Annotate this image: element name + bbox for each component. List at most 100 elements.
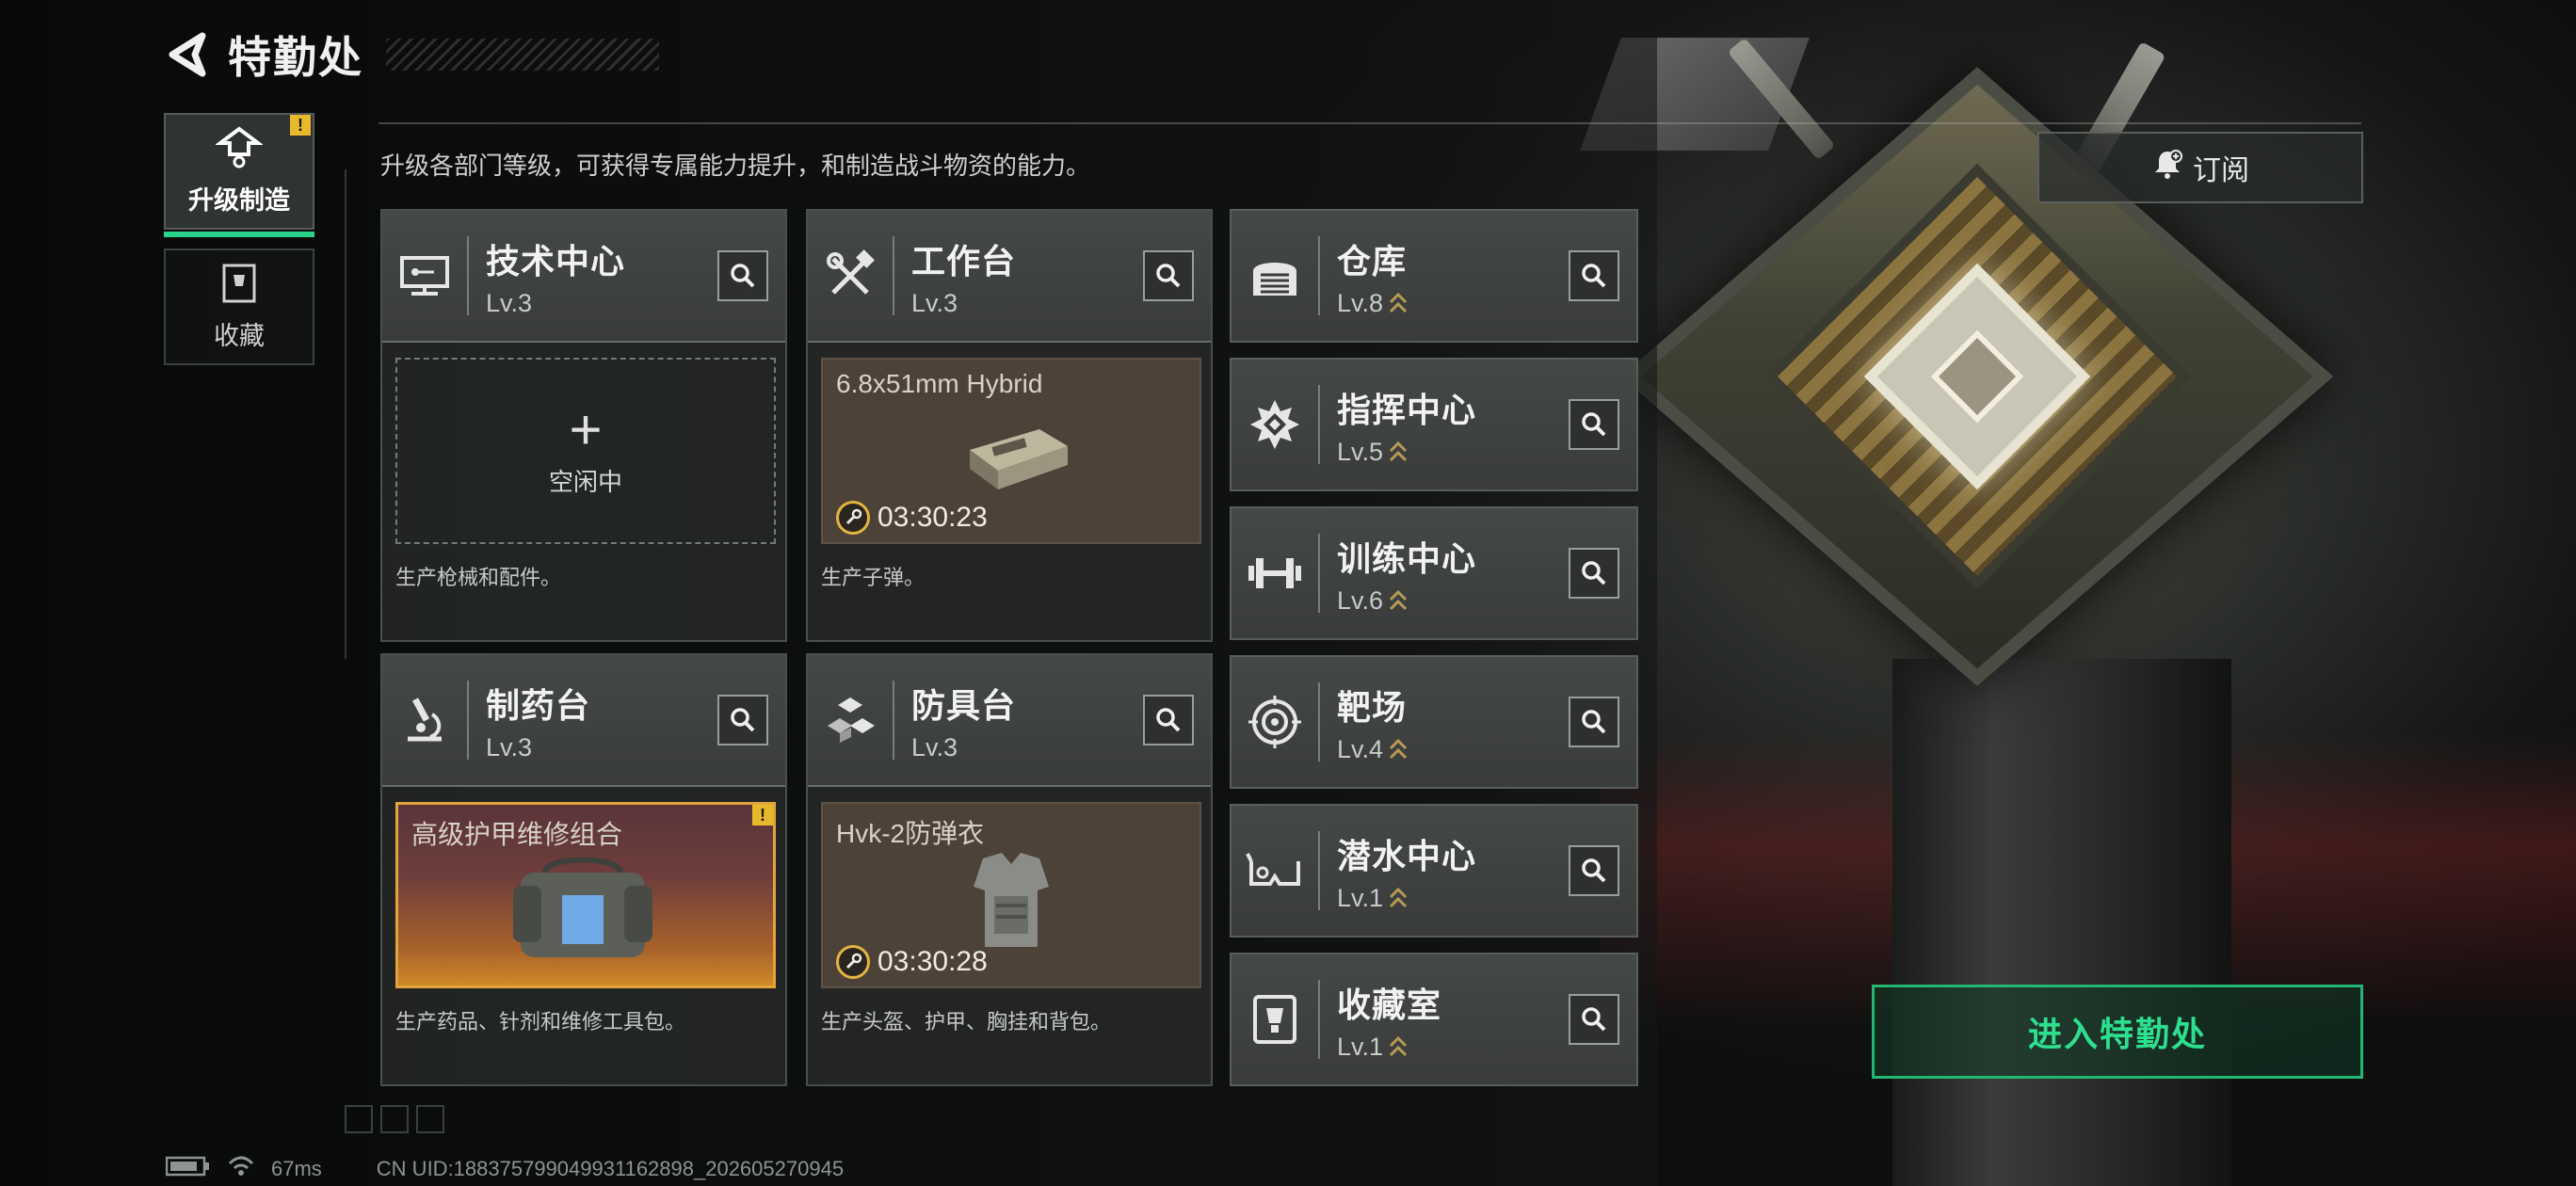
upgrade-available-icon [1389, 292, 1408, 313]
production-timer: 03:30:23 [836, 501, 988, 535]
magnifier-icon [1156, 708, 1181, 732]
station-description: 生产子弹。 [821, 566, 926, 589]
production-slot-active[interactable]: 6.8x51mm Hybrid 03:30:23 [821, 358, 1201, 544]
search-button[interactable] [1569, 399, 1619, 450]
station-card-armor: 防具台 Lv.3 Hvk-2防弹衣 03:30:28 生产头盔、护甲、胸挂和背包… [806, 653, 1213, 1086]
station-description: 生产药品、针剂和维修工具包。 [395, 1010, 686, 1034]
separator [467, 236, 469, 315]
upgrade-available-icon [1389, 738, 1408, 760]
station-name: 制药台 [486, 685, 591, 725]
station-level: Lv.3 [486, 288, 533, 317]
magnifier-icon [1582, 561, 1606, 585]
dumbbell-icon [1232, 506, 1318, 640]
station-level: Lv.5 [1337, 438, 1569, 467]
station-card-command[interactable]: 指挥中心 Lv.5 [1230, 358, 1638, 491]
station-header[interactable]: 工作台 Lv.3 [808, 211, 1211, 343]
back-arrow-icon[interactable] [162, 29, 213, 80]
header: 特勤处 [162, 26, 659, 83]
station-header[interactable]: 技术中心 Lv.3 [382, 211, 785, 343]
page-description: 升级各部门等级，可获得专属能力提升，和制造战斗物资的能力。 [380, 152, 1091, 180]
trophy-box-icon [1232, 953, 1318, 1086]
product-name: 6.8x51mm Hybrid [836, 369, 1043, 398]
product-name: Hvk-2防弹衣 [836, 819, 985, 848]
decorative-boxes [345, 1105, 444, 1133]
station-card-collection[interactable]: 收藏室 Lv.1 [1230, 953, 1638, 1086]
active-tab-indicator [164, 232, 314, 237]
separator [1318, 980, 1320, 1059]
station-name: 工作台 [911, 241, 1017, 280]
magnifier-icon [1582, 858, 1606, 883]
bg-pillar [1892, 659, 2231, 1186]
search-button[interactable] [1569, 994, 1619, 1045]
upgrade-available-icon [1389, 441, 1408, 462]
station-name: 指挥中心 [1337, 390, 1477, 429]
production-slot-empty[interactable]: + 空闲中 [395, 358, 776, 544]
separator [467, 681, 469, 760]
station-level: Lv.4 [1337, 735, 1569, 764]
station-card-warehouse[interactable]: 仓库 Lv.8 [1230, 209, 1638, 343]
station-card-diving[interactable]: 潜水中心 Lv.1 [1230, 804, 1638, 938]
subscribe-button[interactable]: 订阅 [2037, 132, 2363, 203]
production-slot-complete[interactable]: 高级护甲维修组合 ! [395, 802, 776, 988]
search-button[interactable] [1143, 250, 1194, 301]
station-card-range[interactable]: 靶场 Lv.4 [1230, 655, 1638, 789]
divider-vertical [345, 169, 346, 659]
magnifier-icon [1582, 264, 1606, 288]
wifi-icon [228, 1156, 254, 1182]
search-button[interactable] [1569, 697, 1619, 747]
station-name: 靶场 [1337, 687, 1408, 727]
magnifier-icon [1156, 264, 1181, 288]
upgrade-available-icon [1389, 887, 1408, 908]
station-card-pharmacy: 制药台 Lv.3 高级护甲维修组合 ! 生产药品、针剂和维修工具包。 [380, 653, 787, 1086]
station-header[interactable]: 制药台 Lv.3 [382, 655, 785, 787]
station-card-workbench: 工作台 Lv.3 6.8x51mm Hybrid 03:30:23 生产子弹。 [806, 209, 1213, 642]
product-name: 高级护甲维修组合 [411, 820, 623, 849]
search-button[interactable] [1569, 845, 1619, 896]
production-timer: 03:30:28 [836, 945, 988, 979]
station-level: Lv.3 [486, 732, 533, 761]
magnifier-icon [731, 708, 755, 732]
tab-label: 升级制造 [188, 186, 290, 215]
station-description: 生产头盔、护甲、胸挂和背包。 [821, 1010, 1112, 1034]
station-name: 技术中心 [486, 241, 626, 280]
search-button[interactable] [717, 250, 768, 301]
tab-upgrade-craft[interactable]: 升级制造 ! [164, 113, 314, 237]
production-slot-active[interactable]: Hvk-2防弹衣 03:30:28 [821, 802, 1201, 988]
station-name: 防具台 [911, 685, 1017, 725]
player-uid: CN UID:18837579904993116​2898_2026052709… [376, 1157, 845, 1180]
body-armor-image [955, 849, 1068, 957]
station-card-tech: 技术中心 Lv.3 + 空闲中 生产枪械和配件。 [380, 209, 787, 642]
repair-kit-image [507, 848, 658, 975]
title-decoration [386, 39, 659, 71]
subscribe-label: 订阅 [2193, 155, 2249, 186]
hammer-wrench-icon [808, 210, 893, 342]
monitor-circuit-icon [382, 210, 467, 342]
tab-label: 收藏 [214, 322, 265, 350]
separator [1318, 831, 1320, 910]
station-description: 生产枪械和配件。 [395, 566, 562, 589]
station-level: Lv.3 [911, 732, 958, 761]
station-level: Lv.1 [1337, 1033, 1569, 1062]
station-level: Lv.8 [1337, 289, 1569, 318]
station-card-training[interactable]: 训练中心 Lv.6 [1230, 506, 1638, 640]
warning-badge: ! [290, 115, 311, 136]
station-header[interactable]: 防具台 Lv.3 [808, 655, 1211, 787]
diving-mask-icon [1232, 804, 1318, 938]
search-button[interactable] [1569, 250, 1619, 301]
magnifier-icon [1582, 412, 1606, 437]
cubes-icon [808, 654, 893, 786]
tab-collection[interactable]: 收藏 [164, 248, 314, 365]
station-level: Lv.1 [1337, 884, 1569, 913]
separator [1318, 534, 1320, 613]
upgrade-available-icon [1389, 1035, 1408, 1057]
separator [1318, 682, 1320, 761]
separator [893, 236, 894, 315]
magnifier-icon [1582, 710, 1606, 734]
search-button[interactable] [1569, 548, 1619, 599]
enter-special-ops-button[interactable]: 进入特勤处 [1872, 985, 2363, 1079]
trophy-box-icon [220, 262, 258, 310]
search-button[interactable] [717, 695, 768, 745]
search-button[interactable] [1143, 695, 1194, 745]
compass-gear-icon [1232, 358, 1318, 491]
microscope-icon [382, 654, 467, 786]
